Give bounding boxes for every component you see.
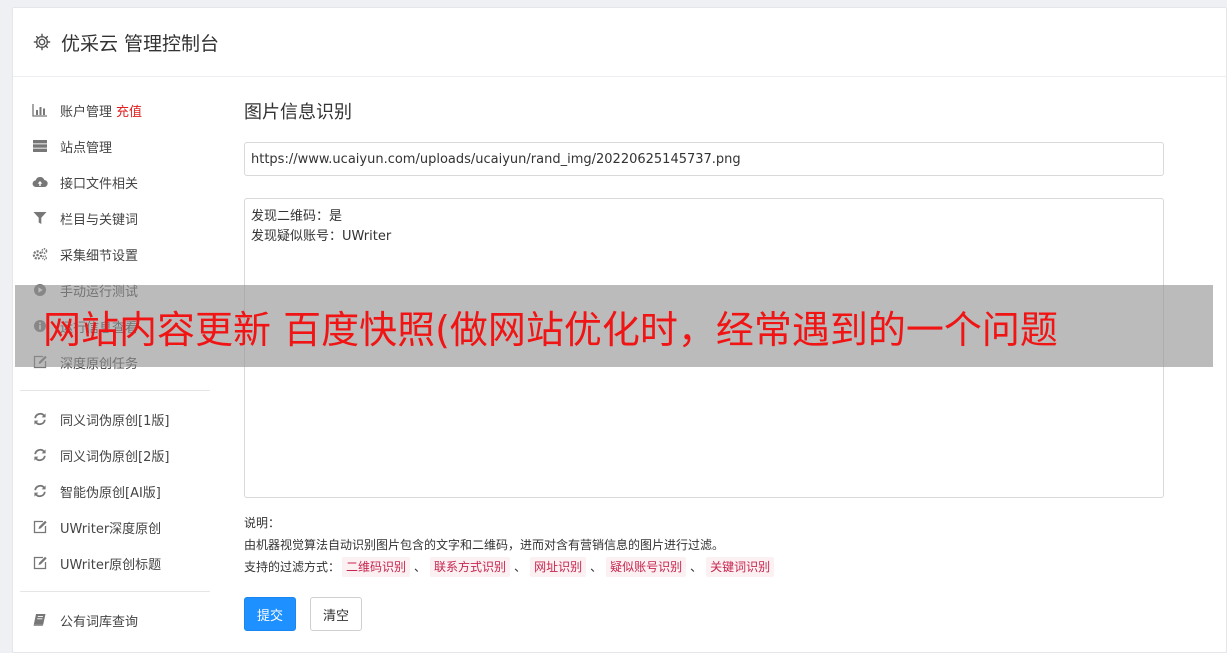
form-actions: 提交 清空 xyxy=(244,597,1164,631)
bar-chart-icon xyxy=(31,103,49,117)
edit-icon xyxy=(31,556,49,570)
sidebar-item[interactable]: 同义词伪原创[1版] xyxy=(20,401,210,437)
sidebar-item[interactable]: UWriter深度原创 xyxy=(20,509,210,545)
sidebar-item[interactable]: 同义词伪原创[2版] xyxy=(20,437,210,473)
submit-button[interactable]: 提交 xyxy=(244,597,297,631)
sidebar-item[interactable]: 栏目与关键词 xyxy=(20,200,210,236)
filter-chip: 二维码识别 xyxy=(342,557,411,577)
page-title: 优采云 管理控制台 xyxy=(61,32,220,55)
notes-text: 由机器视觉算法自动识别图片包含的文字和二维码，进而对含有营销信息的图片进行过滤。 xyxy=(244,538,725,552)
sidebar-item-label: 栏目与关键词 xyxy=(60,212,139,228)
sidebar-item[interactable]: 接口文件相关 xyxy=(20,164,210,200)
refresh-icon xyxy=(31,484,49,498)
recharge-link[interactable]: 充值 xyxy=(116,101,142,120)
filter-separator: 、 xyxy=(414,560,427,574)
sidebar-item-label: UWriter深度原创 xyxy=(60,521,162,537)
cloud-upload-icon xyxy=(31,175,49,189)
image-url-input[interactable] xyxy=(244,142,1164,176)
sidebar-item-label: 同义词伪原创[2版] xyxy=(60,449,170,465)
sidebar-divider xyxy=(20,390,210,391)
sidebar-item[interactable]: 采集细节设置 xyxy=(20,236,210,272)
filter-methods: 支持的过滤方式： 二维码识别、联系方式识别、网址识别、疑似账号识别、关键词识别 xyxy=(244,556,1164,578)
book-icon xyxy=(31,613,49,627)
server-icon xyxy=(31,139,49,153)
filter-separator: 、 xyxy=(690,560,703,574)
section-title: 图片信息识别 xyxy=(244,102,352,123)
sidebar-divider xyxy=(20,591,210,592)
sidebar-item-label: 接口文件相关 xyxy=(60,176,139,192)
sidebar-item-label: 智能伪原创[AI版] xyxy=(60,485,161,501)
sidebar-item-label: UWriter原创标题 xyxy=(60,557,162,573)
sidebar-item[interactable]: 账户管理 充值 xyxy=(20,92,210,128)
filter-chip: 关键词识别 xyxy=(706,557,775,577)
refresh-icon xyxy=(31,448,49,462)
refresh-icon xyxy=(31,412,49,426)
notes-label: 说明： xyxy=(244,516,281,530)
result-line: 发现二维码：是 xyxy=(251,209,343,224)
cogs-icon xyxy=(31,247,49,261)
filter-label: 支持的过滤方式： xyxy=(244,560,341,574)
clear-button[interactable]: 清空 xyxy=(310,597,363,631)
filter-icon xyxy=(31,211,49,225)
sidebar-item[interactable]: 智能伪原创[AI版] xyxy=(20,473,210,509)
sidebar-item-label: 站点管理 xyxy=(60,140,113,156)
sidebar-item-label: 公有词库查询 xyxy=(60,614,139,630)
overlay-text: 网站内容更新 百度快照(做网站优化时，经常遇到的一个问题 xyxy=(43,307,1058,352)
filter-chip: 联系方式识别 xyxy=(430,557,511,577)
sidebar-item-label: 账户管理 xyxy=(60,104,113,120)
filter-chip: 疑似账号识别 xyxy=(606,557,687,577)
sidebar-item[interactable]: 公有词库查询 xyxy=(20,602,210,638)
title-overlay-banner: 网站内容更新 百度快照(做网站优化时，经常遇到的一个问题 xyxy=(15,285,1213,367)
gear-icon xyxy=(33,33,51,51)
notes: 说明： 由机器视觉算法自动识别图片包含的文字和二维码，进而对含有营销信息的图片进… xyxy=(244,512,1164,578)
filter-chip: 网址识别 xyxy=(530,557,587,577)
sidebar-item-label: 同义词伪原创[1版] xyxy=(60,413,170,429)
sidebar-item[interactable]: 站点管理 xyxy=(20,128,210,164)
result-line: 发现疑似账号：UWriter xyxy=(251,229,392,244)
edit-icon xyxy=(31,520,49,534)
sidebar-item[interactable]: UWriter原创标题 xyxy=(20,545,210,581)
filter-separator: 、 xyxy=(590,560,603,574)
sidebar-item-label: 采集细节设置 xyxy=(60,248,139,264)
filter-separator: 、 xyxy=(514,560,527,574)
panel-header: 优采云 管理控制台 xyxy=(13,8,1226,77)
